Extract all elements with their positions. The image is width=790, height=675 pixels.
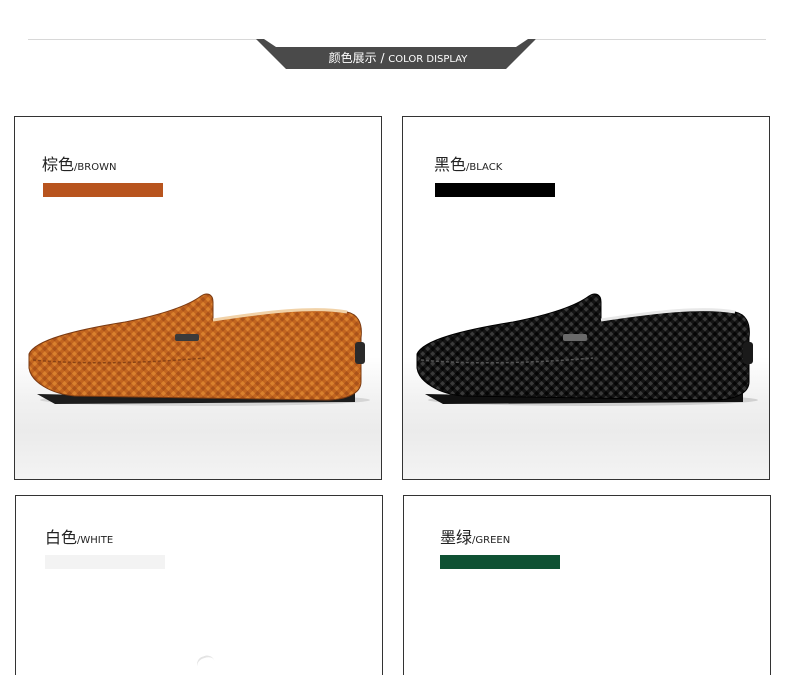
color-swatch-brown — [43, 183, 163, 197]
color-card-brown: 棕色/BROWN — [14, 116, 382, 480]
color-name-zh: 棕色 — [42, 155, 75, 174]
section-title-separator: / — [376, 51, 389, 65]
color-card-green: 墨绿/GREEN — [403, 495, 771, 675]
color-name-en: /WHITE — [77, 535, 114, 546]
color-swatch-white — [45, 555, 165, 569]
color-name-zh: 墨绿 — [440, 528, 473, 547]
color-name-en: /BROWN — [74, 162, 117, 173]
brown-loafer-image — [15, 282, 381, 412]
color-label-brown: 棕色/BROWN — [42, 155, 116, 178]
header-rule-left — [28, 39, 260, 40]
color-name-en: /BLACK — [466, 162, 503, 173]
color-name-en: /GREEN — [472, 535, 511, 546]
black-loafer-image — [403, 282, 769, 412]
color-swatch-green — [440, 555, 560, 569]
section-title: 颜色展示 / COLOR DISPLAY — [258, 48, 538, 70]
color-label-black: 黑色/BLACK — [434, 155, 502, 178]
color-label-green: 墨绿/GREEN — [440, 528, 510, 551]
color-swatch-black — [435, 183, 555, 197]
section-title-en: COLOR DISPLAY — [388, 54, 468, 65]
color-name-zh: 黑色 — [434, 155, 467, 174]
color-card-white: 白色/WHITE — [15, 495, 383, 675]
color-label-white: 白色/WHITE — [45, 528, 113, 551]
header-rule-right — [536, 39, 766, 40]
section-title-zh: 颜色展示 — [328, 51, 377, 65]
color-name-zh: 白色 — [45, 528, 78, 547]
color-card-black: 黑色/BLACK — [402, 116, 770, 480]
white-loafer-image — [194, 653, 216, 669]
